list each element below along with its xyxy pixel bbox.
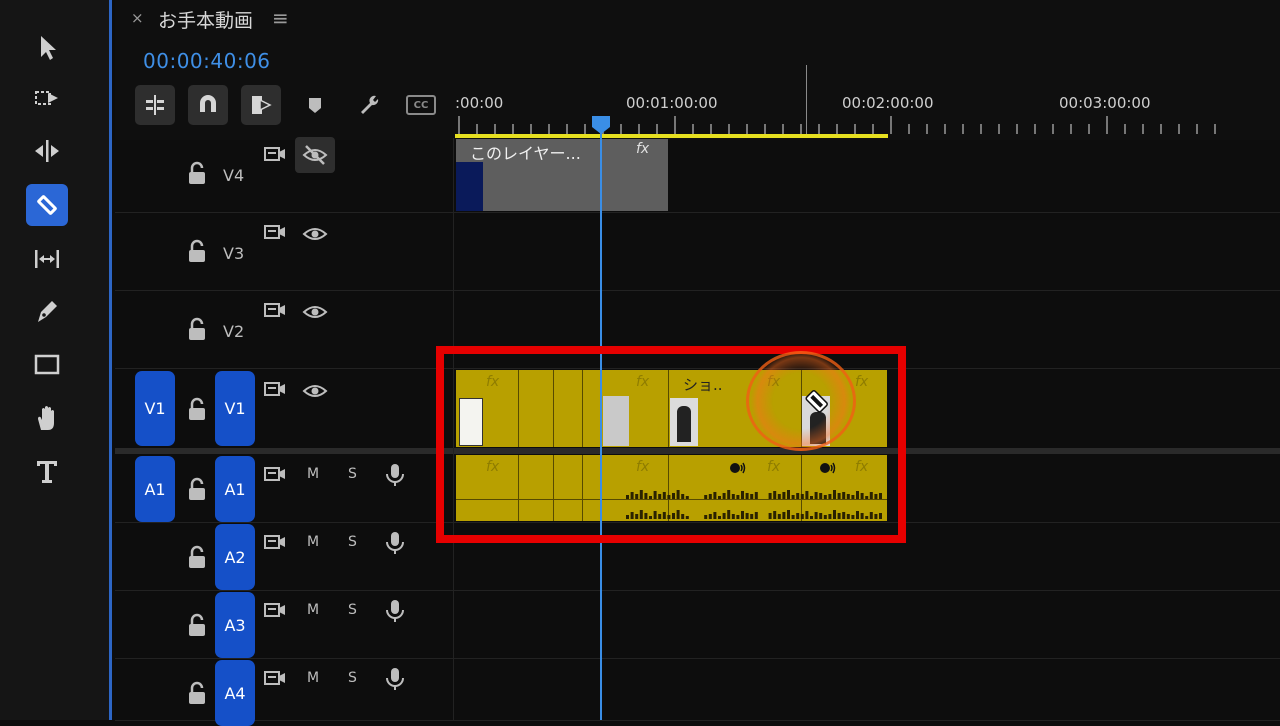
sync-lock-icon[interactable] bbox=[262, 666, 288, 692]
ruler-label: 00:03:00:00 bbox=[1059, 94, 1151, 112]
track-select-forward-icon[interactable] bbox=[26, 78, 68, 120]
sync-lock-icon[interactable] bbox=[262, 220, 288, 246]
sequence-tab-title[interactable]: お手本動画 bbox=[158, 6, 253, 33]
hand-icon[interactable] bbox=[26, 397, 68, 439]
track-target-a3[interactable]: A3 bbox=[215, 592, 255, 658]
razor-cursor-icon bbox=[805, 390, 828, 413]
clip-title: このレイヤー... bbox=[470, 144, 581, 163]
selection-tool-icon[interactable] bbox=[26, 26, 68, 68]
voice-over-mic-icon[interactable] bbox=[382, 666, 408, 692]
track-target-v1[interactable]: V1 bbox=[215, 371, 255, 446]
pen-icon[interactable] bbox=[26, 290, 68, 332]
track-row-v4 bbox=[115, 138, 1280, 213]
panel-menu-icon[interactable]: ≡ bbox=[272, 6, 289, 30]
type-icon[interactable] bbox=[26, 450, 68, 492]
mute-button[interactable]: M bbox=[307, 534, 319, 550]
track-row-v3 bbox=[115, 212, 1280, 291]
voice-over-mic-icon[interactable] bbox=[382, 598, 408, 624]
voice-over-mic-icon[interactable] bbox=[382, 462, 408, 488]
insert-sequence-as-nest-icon[interactable] bbox=[135, 85, 175, 125]
lock-icon[interactable] bbox=[184, 317, 210, 343]
captions-icon[interactable]: CC bbox=[406, 90, 436, 120]
ruler-label: :00:00 bbox=[455, 94, 504, 112]
solo-button[interactable]: S bbox=[348, 670, 357, 686]
lock-icon[interactable] bbox=[184, 545, 210, 571]
lock-icon[interactable] bbox=[184, 239, 210, 265]
tools-panel bbox=[0, 0, 112, 720]
lock-icon[interactable] bbox=[184, 477, 210, 503]
lock-icon[interactable] bbox=[184, 613, 210, 639]
track-row-a4 bbox=[115, 658, 1280, 721]
track-name-v3: V3 bbox=[223, 244, 245, 263]
solo-button[interactable]: S bbox=[348, 534, 357, 550]
lock-icon[interactable] bbox=[184, 397, 210, 423]
fx-badge: fx bbox=[636, 141, 650, 157]
eye-hidden-icon[interactable] bbox=[302, 142, 328, 168]
ruler-label: 00:01:00:00 bbox=[626, 94, 718, 112]
mute-button[interactable]: M bbox=[307, 670, 319, 686]
snap-magnet-icon[interactable] bbox=[188, 85, 228, 125]
clip-v4[interactable]: このレイヤー... fx bbox=[456, 139, 668, 211]
eye-icon[interactable] bbox=[302, 221, 328, 247]
source-patch-a1[interactable]: A1 bbox=[135, 456, 175, 522]
source-patch-v1[interactable]: V1 bbox=[135, 371, 175, 446]
timeline-settings-wrench-icon[interactable] bbox=[354, 90, 384, 120]
razor-icon[interactable] bbox=[26, 184, 68, 226]
playhead-timecode[interactable]: 00:00:40:06 bbox=[143, 49, 271, 73]
mute-button[interactable]: M bbox=[307, 602, 319, 618]
track-target-a1[interactable]: A1 bbox=[215, 456, 255, 522]
add-marker-icon[interactable] bbox=[300, 90, 330, 120]
track-name-v4: V4 bbox=[223, 166, 245, 185]
eye-icon[interactable] bbox=[302, 299, 328, 325]
rectangle-icon[interactable] bbox=[26, 344, 68, 386]
sync-lock-icon[interactable] bbox=[262, 142, 288, 168]
track-row-a3 bbox=[115, 590, 1280, 659]
linked-selection-icon[interactable] bbox=[241, 85, 281, 125]
close-tab-button[interactable]: × bbox=[131, 9, 144, 27]
track-target-a4[interactable]: A4 bbox=[215, 660, 255, 726]
track-target-a2[interactable]: A2 bbox=[215, 524, 255, 590]
mute-button[interactable]: M bbox=[307, 466, 319, 482]
ruler-label: 00:02:00:00 bbox=[842, 94, 934, 112]
sync-lock-icon[interactable] bbox=[262, 530, 288, 556]
slip-icon[interactable] bbox=[26, 238, 68, 280]
sync-lock-icon[interactable] bbox=[262, 462, 288, 488]
lock-icon[interactable] bbox=[184, 161, 210, 187]
sync-lock-icon[interactable] bbox=[262, 377, 288, 403]
lock-icon[interactable] bbox=[184, 681, 210, 707]
track-name-v2: V2 bbox=[223, 322, 245, 341]
solo-button[interactable]: S bbox=[348, 466, 357, 482]
ripple-edit-icon[interactable] bbox=[26, 130, 68, 172]
eye-icon[interactable] bbox=[302, 378, 328, 404]
clip-thumbnail bbox=[456, 162, 483, 211]
sync-lock-icon[interactable] bbox=[262, 598, 288, 624]
voice-over-mic-icon[interactable] bbox=[382, 530, 408, 556]
solo-button[interactable]: S bbox=[348, 602, 357, 618]
sync-lock-icon[interactable] bbox=[262, 298, 288, 324]
captions-label: CC bbox=[406, 95, 436, 115]
